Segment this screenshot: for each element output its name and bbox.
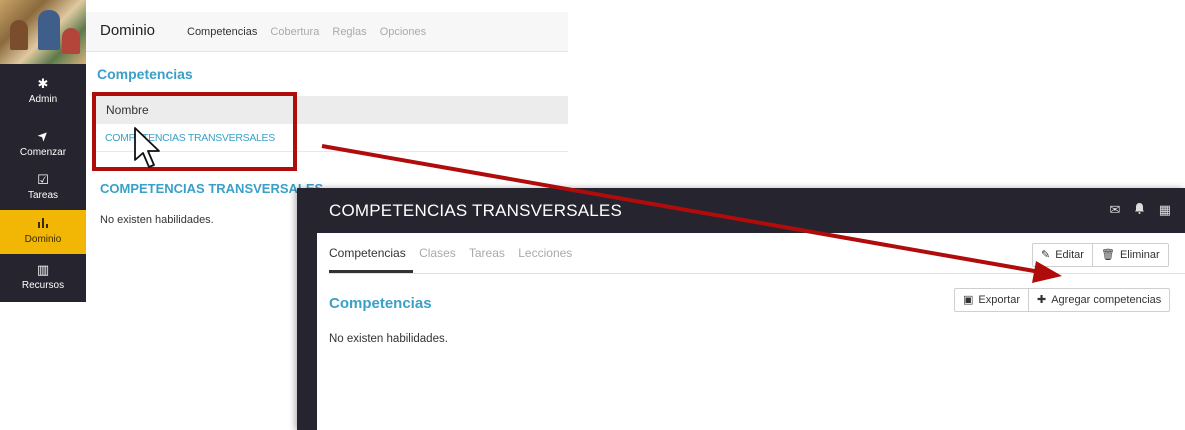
export-button[interactable]: ▣ Exportar (955, 289, 1028, 311)
export-add-group: ▣ Exportar ✚ Agregar competencias (954, 288, 1171, 312)
topbar-tabs: Competencias Cobertura Reglas Opciones (187, 26, 436, 38)
sidebar-item-recursos[interactable]: ▥ Recursos (0, 256, 86, 300)
delete-button[interactable]: 🗑 Eliminar (1091, 244, 1168, 266)
sidebar-item-tareas[interactable]: ☑ Tareas (0, 166, 86, 210)
section-heading: Competencias (329, 295, 432, 312)
sidebar-item-label: Dominio (24, 234, 62, 245)
edit-button[interactable]: ✎ Editar (1033, 244, 1092, 266)
edit-label: Editar (1055, 249, 1084, 261)
delete-label: Eliminar (1119, 249, 1160, 261)
sidebar-item-comenzar[interactable]: ➤ Comenzar (0, 122, 86, 166)
header-icons: ✉ ▦ (1100, 202, 1171, 218)
topbar: Dominio Competencias Cobertura Reglas Op… (86, 12, 568, 52)
tab-lecciones[interactable]: Lecciones (518, 246, 572, 260)
empty-message: No existen habilidades. (100, 214, 214, 226)
detail-window: COMPETENCIAS TRANSVERSALES ✉ ▦ Competenc… (297, 188, 1185, 430)
bar-chart-icon (0, 216, 86, 232)
sidebar-item-label: Tareas (27, 190, 58, 201)
plus-icon: ✚ (1036, 294, 1047, 306)
classroom-photo (0, 0, 86, 64)
sub-heading: COMPETENCIAS TRANSVERSALES (100, 181, 324, 196)
sidebar-item-label: Recursos (21, 280, 65, 291)
sidebar-item-label: Admin (28, 94, 58, 105)
columns-icon: ▥ (36, 262, 50, 277)
page-title: Dominio (100, 22, 156, 39)
section-heading: Competencias (97, 66, 193, 82)
window-header: COMPETENCIAS TRANSVERSALES ✉ ▦ (317, 188, 1185, 233)
sidebar-item-label: Comenzar (19, 147, 67, 158)
edit-delete-group: ✎ Editar 🗑 Eliminar (1032, 243, 1169, 267)
bell-icon[interactable] (1134, 202, 1149, 217)
excel-icon: ▣ (963, 294, 974, 306)
tab-clases[interactable]: Clases (419, 246, 456, 260)
tab-competencias[interactable]: Competencias (187, 26, 257, 38)
tab-opciones[interactable]: Opciones (380, 26, 426, 38)
add-label: Agregar competencias (1051, 294, 1162, 306)
tab-divider (329, 273, 1185, 274)
mail-icon[interactable]: ✉ (1110, 202, 1121, 217)
sidebar: ✱ Admin ➤ Comenzar ☑ Tareas Dominio ▥ Re… (0, 0, 86, 302)
gear-icon: ✱ (37, 76, 49, 91)
highlight-box (92, 92, 297, 171)
tab-tareas[interactable]: Tareas (469, 246, 505, 260)
calendar-icon[interactable]: ▦ (1159, 202, 1171, 217)
pencil-icon: ✎ (1041, 249, 1051, 261)
sidebar-item-dominio[interactable]: Dominio (0, 210, 86, 254)
send-icon: ➤ (33, 126, 52, 145)
window-tabs: Competencias Clases Tareas Lecciones (329, 246, 582, 260)
tab-reglas[interactable]: Reglas (332, 26, 366, 38)
sidebar-item-admin[interactable]: ✱ Admin (0, 70, 86, 114)
mouse-cursor-icon (134, 127, 160, 168)
export-label: Exportar (978, 294, 1020, 306)
add-competencies-button[interactable]: ✚ Agregar competencias (1027, 289, 1169, 311)
window-title: COMPETENCIAS TRANSVERSALES (329, 201, 623, 220)
tab-competencias[interactable]: Competencias (329, 246, 406, 260)
checkbox-icon: ☑ (37, 172, 49, 187)
tab-cobertura[interactable]: Cobertura (270, 26, 319, 38)
trash-icon: 🗑 (1100, 249, 1115, 261)
empty-message: No existen habilidades. (329, 333, 448, 345)
